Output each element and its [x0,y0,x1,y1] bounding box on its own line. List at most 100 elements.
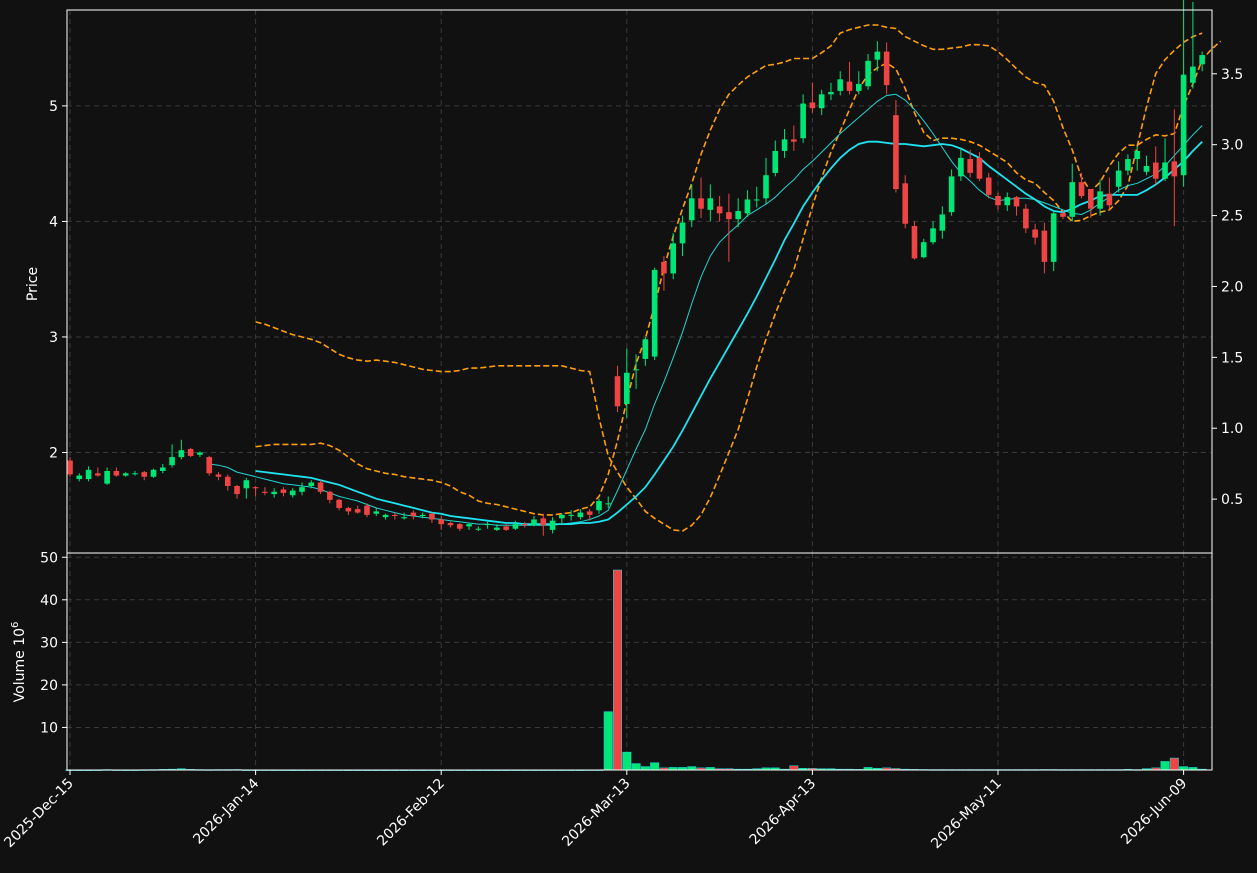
candle-body-down [1023,208,1029,229]
candle-body-down [456,524,463,529]
candle-body-down [1088,189,1094,209]
candle-body-down [698,198,704,209]
candle-body-down [540,518,547,526]
price-tick-label: 5 [49,99,58,115]
candle-body-down [113,470,120,476]
candle-body-down [187,449,194,456]
candle-body-down [317,482,324,492]
candle-body-up [605,503,612,505]
candle-body-up [1050,213,1057,262]
candle-body-up [800,103,806,139]
candle-body-up [633,369,639,371]
candle-body-down [438,519,444,525]
candle-body-down [95,473,101,476]
candle-body-up [85,469,92,480]
volume-tick-label: 40 [40,593,58,609]
candle-body-up [624,372,630,404]
candle-body-up [76,475,83,480]
volume-tick-label: 10 [40,720,58,736]
candle-body-down [345,507,352,512]
candle-body-up [132,473,138,475]
secondary-tick-label: 0.5 [1221,492,1243,508]
candle-body-up [642,339,649,359]
secondary-tick-label: 1.0 [1221,421,1243,437]
candle-body-up [549,520,556,530]
volume-bar [1160,761,1170,771]
secondary-tick-label: 2.5 [1221,209,1243,225]
candle-body-down [262,491,268,493]
candle-body-down [354,509,361,513]
volume-tick-label: 30 [40,635,58,651]
candle-body-up [958,157,964,177]
candle-body-up [828,92,834,95]
volume-tick-label: 20 [40,678,58,694]
volume-tick-label: 50 [40,550,58,566]
candle-body-up [484,524,491,526]
candle-body-down [141,472,148,477]
candle-body-down [1013,197,1020,207]
candle-body-down [215,474,222,477]
candle-body-up [753,199,760,201]
candle-body-down [1041,230,1048,262]
candle-body-up [772,150,779,173]
candle-body-down [995,196,1001,206]
candle-body-up [856,83,862,91]
candle-body-down [967,159,973,173]
candle-body-down [234,485,240,495]
candle-body-up [1199,55,1205,65]
candle-body-up [512,524,519,529]
candle-body-up [308,482,315,486]
secondary-tick-label: 3.0 [1221,138,1243,154]
candle-body-up [930,228,936,243]
candle-body-down [791,139,797,142]
candle-body-up [1190,66,1196,83]
candle-body-up [763,175,769,199]
candle-body-down [911,226,918,259]
candle-body-up [373,511,380,514]
volume-bar [789,765,799,771]
candle-body-up [1134,150,1140,160]
volume-bar [687,766,697,771]
candle-body-down [1032,229,1038,238]
candle-body-up [744,199,751,214]
candle-body-down [252,487,259,489]
candle-body-up [1143,165,1150,172]
candle-body-up [494,527,500,530]
candle-body-down [521,524,528,526]
candle-body-up [651,269,658,357]
candle-body-down [976,157,983,179]
volume-bar [640,766,650,771]
candle-body-up [178,450,185,458]
candle-body-up [531,519,537,526]
candle-body-down [364,505,370,515]
candle-body-down [447,522,454,526]
candle-body-up [596,501,602,511]
candle-body-up [679,222,686,244]
candle-body-up [1115,170,1122,187]
candle-body-up [818,94,825,109]
secondary-tick-label: 2.0 [1221,279,1243,295]
candle-body-up [243,480,250,489]
candle-body-up [781,139,788,151]
candle-body-up [1004,197,1011,206]
price-axis-label: Price [25,267,41,301]
candle-body-up [122,473,129,476]
candle-body-down [392,514,398,517]
candle-body-down [410,512,417,517]
candle-body-up [837,79,844,91]
candle-body-up [670,243,676,274]
candle-body-down [1171,161,1178,177]
candle-body-up [299,487,305,492]
volume-bar [613,569,622,771]
stock-chart: 2025-Dec-15 2026-Jan-14 2026-Feb-12 2026-Ma… [0,0,1257,873]
candle-body-up [289,490,296,496]
candle-body-down [902,183,908,224]
candle-body-down [614,376,621,407]
candle-body-up [735,211,741,220]
candle-body-up [874,51,881,60]
volume-bar [650,762,660,771]
candle-body-up [197,452,203,455]
candle-body-down [716,206,723,214]
candle-body-down [726,212,732,220]
candle-body-up [939,214,946,231]
